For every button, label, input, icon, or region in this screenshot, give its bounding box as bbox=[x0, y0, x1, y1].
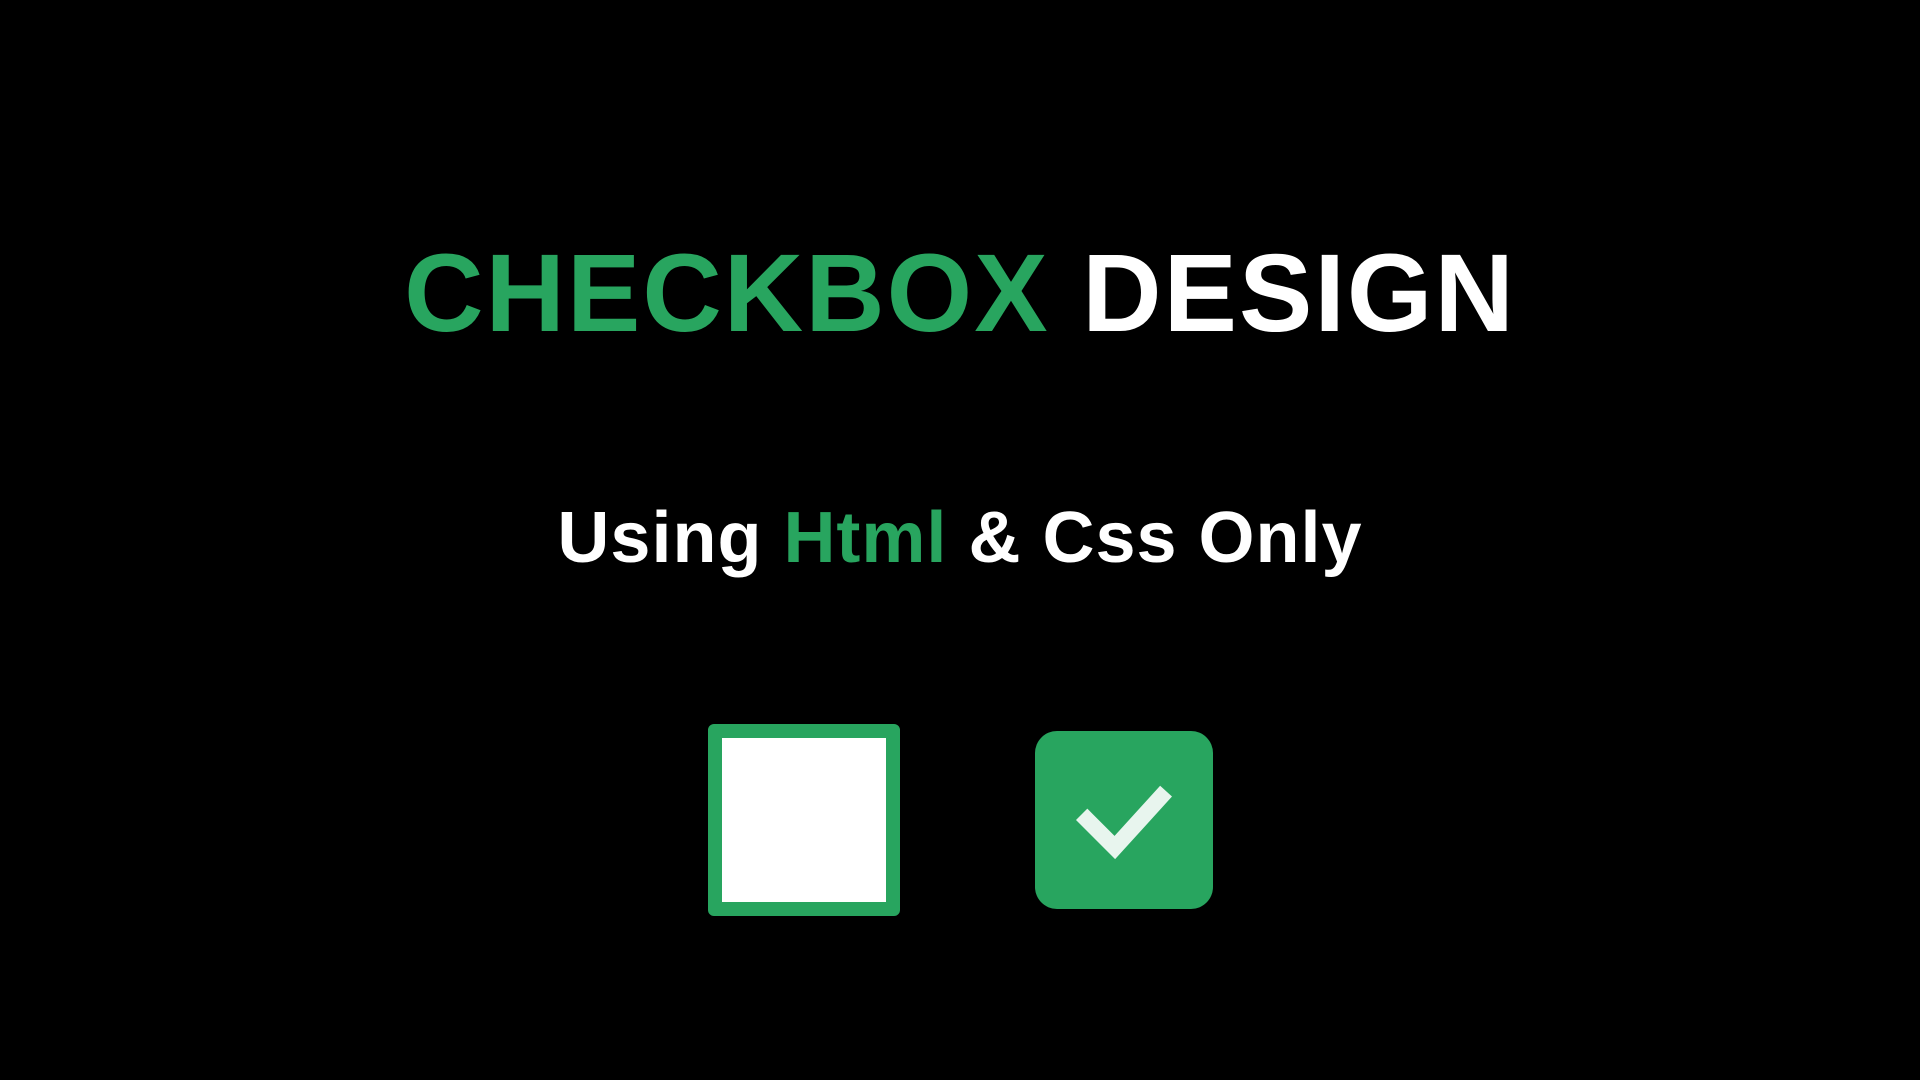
checkbox-demo-row bbox=[708, 724, 1213, 916]
checkbox-checked[interactable] bbox=[1035, 731, 1213, 909]
subtitle-part-3: & Css Only bbox=[947, 498, 1362, 578]
checkbox-unchecked[interactable] bbox=[708, 724, 900, 916]
checkmark-icon bbox=[1069, 765, 1179, 875]
title-word-2: DESIGN bbox=[1082, 232, 1516, 355]
subtitle-part-1: Using bbox=[557, 498, 783, 578]
subtitle-part-2: Html bbox=[783, 498, 947, 578]
subtitle: Using Html & Css Only bbox=[557, 497, 1362, 579]
page-title: CHECKBOX DESIGN bbox=[404, 230, 1516, 357]
title-word-1: CHECKBOX bbox=[404, 232, 1050, 355]
